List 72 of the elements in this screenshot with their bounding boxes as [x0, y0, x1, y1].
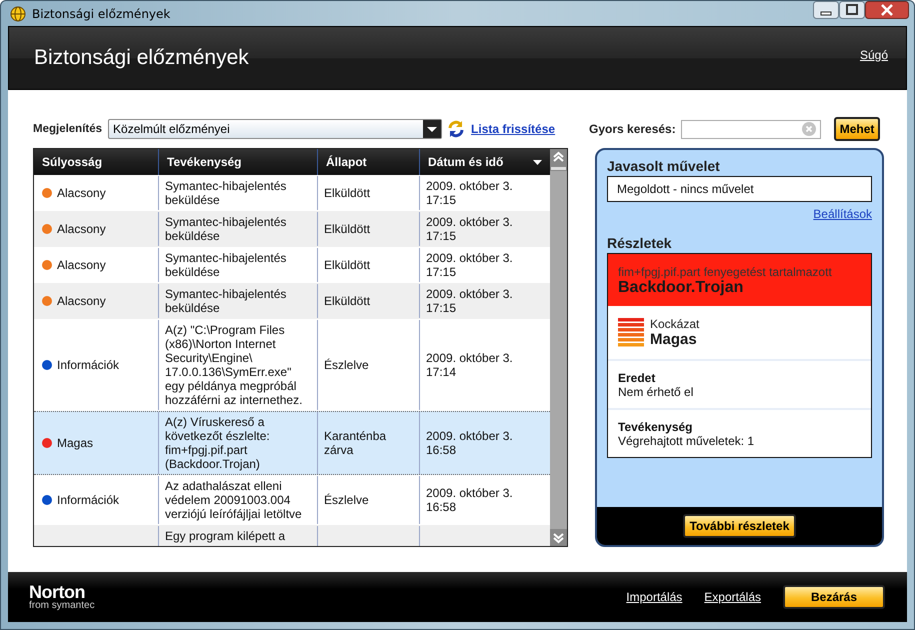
table-row[interactable]: Alacsony Symantec-hibajelentés beküldése Elküldött 2009. október 3. 17:15 [34, 211, 550, 247]
close-button[interactable]: Bezárás [783, 585, 885, 609]
activity-text: Symantec-hibajelentés beküldése [165, 287, 288, 315]
section-heading: Javasolt művelet [607, 158, 721, 174]
severity-text: Alacsony [57, 294, 106, 308]
status-text: Elküldött [324, 294, 370, 308]
detail-label: Tevékenység [618, 420, 694, 434]
footer-link[interactable]: Importálás [626, 590, 682, 604]
date-time-text: 2009. október 3. 17:15 [426, 287, 513, 315]
help-link[interactable]: Súgó [860, 48, 888, 62]
status-text: Karanténba zárva [324, 429, 388, 457]
close-icon[interactable] [865, 1, 909, 19]
threat-name: Backdoor.Trojan [618, 279, 744, 297]
scroll-up-icon[interactable] [550, 149, 567, 166]
scroll-down-icon[interactable] [550, 529, 567, 546]
settings-link[interactable]: Beállítások [813, 207, 872, 221]
view-label: Megjelenítés [33, 123, 102, 135]
footer-link[interactable]: Exportálás [704, 590, 761, 604]
activity-text: Egy program kilépett a [165, 529, 286, 543]
scrollbar[interactable] [550, 149, 567, 546]
refresh-icon[interactable] [446, 119, 466, 139]
detail-label: Eredet [618, 371, 656, 385]
refresh-link[interactable]: Lista frissítése [471, 122, 556, 136]
activity-text: A(z) Víruskereső a következőt észlelte: fim+fpgj.pif.part (Backdoor.Trojan) [165, 415, 271, 471]
logo-text: Norton [29, 583, 85, 601]
activity-text: Symantec-hibajelentés beküldése [165, 251, 288, 279]
date-time-text: 2009. október 3. 17:14 [426, 351, 513, 379]
status-text: Észlelve [324, 493, 369, 507]
status-text: Elküldött [324, 222, 370, 236]
more-details-button[interactable]: További részletek [682, 514, 796, 538]
risk-meter-icon [618, 318, 644, 347]
status-text: Észlelve [324, 358, 369, 372]
activity-text: Symantec-hibajelentés beküldése [165, 179, 288, 207]
severity-text: Magas [57, 436, 94, 450]
globe-icon [10, 6, 26, 22]
date-time-text: 2009. október 3. 16:58 [426, 429, 513, 457]
severity-text: Alacsony [57, 222, 106, 236]
table-row[interactable]: Magas A(z) Víruskereső a következőt észlelte: fim+fpgj.pif.part (Backdoor.Trojan) Karanténba zárva 2009. október 3. 16:58 [34, 411, 550, 475]
go-button[interactable]: Mehet [834, 117, 880, 141]
date-time-text: 2009. október 3. 17:15 [426, 251, 513, 279]
table-row[interactable]: Alacsony Symantec-hibajelentés beküldése Elküldött 2009. október 3. 17:15 [34, 283, 550, 319]
view-dropdown[interactable]: Közelmúlt előzményei [108, 119, 442, 139]
risk-label: Kockázat [650, 317, 700, 331]
activity-text: Symantec-hibajelentés beküldése [165, 215, 288, 243]
severity-text: Információk [57, 358, 120, 372]
severity-text: Alacsony [57, 186, 106, 200]
sort-caret-icon [533, 160, 542, 164]
severity-text: Információk [57, 493, 120, 507]
threat-text: fim+fpgj.pif.part fenyegetést tartalmazott [618, 265, 833, 279]
activity-text: Az adathalászat elleni védelem 20091003.004 verziójú leírófájljai letöltve [165, 479, 303, 521]
page-title: Biztonsági előzmények [34, 46, 249, 70]
column-header[interactable]: Súlyosság [34, 149, 158, 175]
detail-value: Végrehajtott műveletek: 1 [618, 434, 756, 448]
status-text: Elküldött [324, 186, 370, 200]
severity-text: Alacsony [57, 258, 106, 272]
risk-value: Magas [650, 331, 698, 348]
activity-text: A(z) "C:\Program Files (x86)\Norton Internet Security\Engine\ 17.0.0.136\SymErr.exe" egy példánya megpróbál hozzáférni az internethez. [165, 323, 304, 407]
status-text: Elküldött [324, 258, 370, 272]
search-label: Gyors keresés: [589, 122, 676, 136]
logo-subtext: from symantec [29, 601, 95, 611]
table-row[interactable]: Egy program kilépett a [34, 525, 550, 546]
scroll-thumb[interactable] [550, 166, 567, 171]
detail-value: Nem érhető el [618, 385, 694, 399]
window-title: Biztonsági előzmények [32, 6, 172, 20]
section-heading: Részletek [607, 235, 673, 251]
maximize-icon[interactable] [839, 1, 865, 19]
action-box: Megoldott - nincs művelet [607, 176, 872, 202]
date-time-text: 2009. október 3. 17:15 [426, 179, 513, 207]
date-time-text: 2009. október 3. 17:15 [426, 215, 513, 243]
minimize-icon[interactable] [813, 1, 839, 19]
search-field[interactable] [680, 120, 821, 138]
date-time-text: 2009. október 3. 16:58 [426, 486, 513, 514]
